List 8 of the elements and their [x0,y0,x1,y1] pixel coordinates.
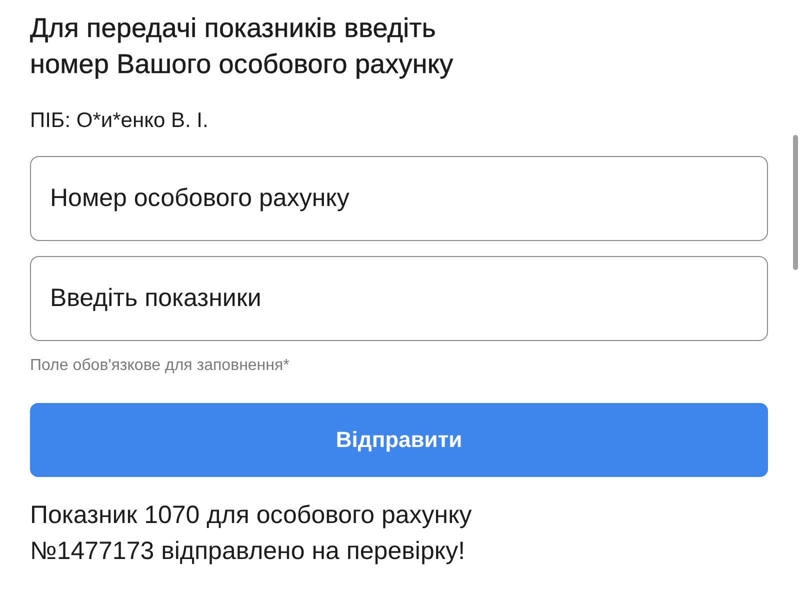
owner-name: ПІБ: О*и*енко В. І. [30,108,208,134]
result-message: Показник 1070 для особового рахунку №1477173 відправлено на перевірку! [30,500,473,567]
input-field[interactable]: Введіть показники [30,256,768,341]
input-field[interactable]: Номер особового рахунку [30,156,768,241]
required-note: Поле обов'язкове для заповнення* [30,356,290,376]
scrollbar-thumb[interactable] [793,135,798,270]
submit-button[interactable]: Відправити [30,403,768,477]
form-heading: Для передачі показників введіть номер Вашого особового рахунку [30,12,454,81]
